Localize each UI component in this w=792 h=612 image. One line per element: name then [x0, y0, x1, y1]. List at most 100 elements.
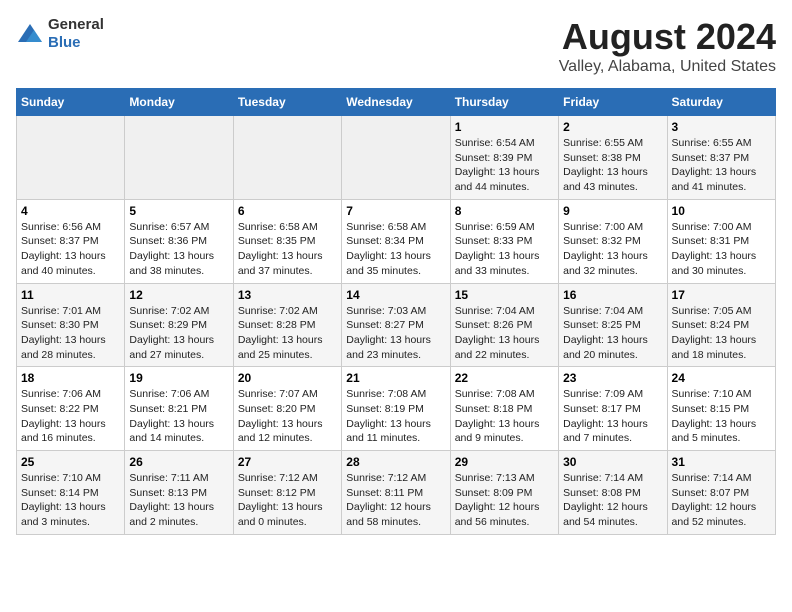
day-number: 17 — [672, 288, 771, 302]
day-number: 10 — [672, 204, 771, 218]
day-info: Sunrise: 7:08 AM Sunset: 8:18 PM Dayligh… — [455, 387, 554, 446]
day-number: 15 — [455, 288, 554, 302]
day-info: Sunrise: 7:01 AM Sunset: 8:30 PM Dayligh… — [21, 304, 120, 363]
day-number: 19 — [129, 371, 228, 385]
day-number: 28 — [346, 455, 445, 469]
header-day-tuesday: Tuesday — [233, 89, 341, 116]
day-number: 12 — [129, 288, 228, 302]
calendar-cell: 31 Sunrise: 7:14 AM Sunset: 8:07 PM Dayli… — [667, 451, 775, 535]
calendar-cell: 16Sunrise: 7:04 AM Sunset: 8:25 PM Dayli… — [559, 283, 667, 367]
day-info: Sunrise: 7:05 AM Sunset: 8:24 PM Dayligh… — [672, 304, 771, 363]
header-day-thursday: Thursday — [450, 89, 558, 116]
calendar-cell: 19Sunrise: 7:06 AM Sunset: 8:21 PM Dayli… — [125, 367, 233, 451]
day-info: Sunrise: 7:13 AM Sunset: 8:09 PM Dayligh… — [455, 471, 554, 530]
calendar-cell — [233, 116, 341, 200]
day-number: 30 — [563, 455, 662, 469]
week-row-1: 4 Sunrise: 6:56 AM Sunset: 8:37 PM Daylig… — [17, 199, 776, 283]
main-title: August 2024 — [559, 16, 776, 58]
calendar-table: SundayMondayTuesdayWednesdayThursdayFrid… — [16, 88, 776, 535]
week-row-2: 11 Sunrise: 7:01 AM Sunset: 8:30 PM Dayli… — [17, 283, 776, 367]
day-info: Sunrise: 7:06 AM Sunset: 8:22 PM Dayligh… — [21, 387, 120, 446]
calendar-cell: 21 Sunrise: 7:08 AM Sunset: 8:19 PM Dayli… — [342, 367, 450, 451]
day-info: Sunrise: 6:59 AM Sunset: 8:33 PM Dayligh… — [455, 220, 554, 279]
day-number: 25 — [21, 455, 120, 469]
day-number: 20 — [238, 371, 337, 385]
day-number: 31 — [672, 455, 771, 469]
day-info: Sunrise: 6:54 AM Sunset: 8:39 PM Dayligh… — [455, 136, 554, 195]
calendar-header: SundayMondayTuesdayWednesdayThursdayFrid… — [17, 89, 776, 116]
day-number: 14 — [346, 288, 445, 302]
day-info: Sunrise: 7:04 AM Sunset: 8:25 PM Dayligh… — [563, 304, 662, 363]
calendar-cell: 28 Sunrise: 7:12 AM Sunset: 8:11 PM Dayli… — [342, 451, 450, 535]
day-number: 3 — [672, 120, 771, 134]
logo-icon — [16, 20, 44, 48]
logo: General Blue — [16, 16, 104, 52]
day-info: Sunrise: 7:14 AM Sunset: 8:07 PM Dayligh… — [672, 471, 771, 530]
day-number: 22 — [455, 371, 554, 385]
header-day-monday: Monday — [125, 89, 233, 116]
calendar-cell — [17, 116, 125, 200]
calendar-cell: 6 Sunrise: 6:58 AM Sunset: 8:35 PM Daylig… — [233, 199, 341, 283]
calendar-cell: 8 Sunrise: 6:59 AM Sunset: 8:33 PM Daylig… — [450, 199, 558, 283]
day-info: Sunrise: 6:55 AM Sunset: 8:38 PM Dayligh… — [563, 136, 662, 195]
calendar-cell: 5 Sunrise: 6:57 AM Sunset: 8:36 PM Daylig… — [125, 199, 233, 283]
calendar-cell — [342, 116, 450, 200]
day-number: 8 — [455, 204, 554, 218]
day-info: Sunrise: 7:07 AM Sunset: 8:20 PM Dayligh… — [238, 387, 337, 446]
calendar-cell: 27 Sunrise: 7:12 AM Sunset: 8:12 PM Dayli… — [233, 451, 341, 535]
day-info: Sunrise: 7:02 AM Sunset: 8:28 PM Dayligh… — [238, 304, 337, 363]
day-info: Sunrise: 7:14 AM Sunset: 8:08 PM Dayligh… — [563, 471, 662, 530]
day-number: 24 — [672, 371, 771, 385]
calendar-cell: 22 Sunrise: 7:08 AM Sunset: 8:18 PM Dayli… — [450, 367, 558, 451]
day-info: Sunrise: 6:57 AM Sunset: 8:36 PM Dayligh… — [129, 220, 228, 279]
day-number: 7 — [346, 204, 445, 218]
day-info: Sunrise: 6:58 AM Sunset: 8:35 PM Dayligh… — [238, 220, 337, 279]
header: General Blue August 2024 Valley, Alabama… — [16, 16, 776, 76]
day-number: 5 — [129, 204, 228, 218]
day-info: Sunrise: 7:10 AM Sunset: 8:14 PM Dayligh… — [21, 471, 120, 530]
day-number: 26 — [129, 455, 228, 469]
day-info: Sunrise: 7:00 AM Sunset: 8:32 PM Dayligh… — [563, 220, 662, 279]
day-info: Sunrise: 7:00 AM Sunset: 8:31 PM Dayligh… — [672, 220, 771, 279]
calendar-cell: 13Sunrise: 7:02 AM Sunset: 8:28 PM Dayli… — [233, 283, 341, 367]
calendar-cell: 7Sunrise: 6:58 AM Sunset: 8:34 PM Daylig… — [342, 199, 450, 283]
day-number: 2 — [563, 120, 662, 134]
calendar-cell: 26Sunrise: 7:11 AM Sunset: 8:13 PM Dayli… — [125, 451, 233, 535]
day-info: Sunrise: 6:56 AM Sunset: 8:37 PM Dayligh… — [21, 220, 120, 279]
week-row-4: 25 Sunrise: 7:10 AM Sunset: 8:14 PM Dayli… — [17, 451, 776, 535]
header-day-saturday: Saturday — [667, 89, 775, 116]
calendar-cell: 11 Sunrise: 7:01 AM Sunset: 8:30 PM Dayli… — [17, 283, 125, 367]
day-info: Sunrise: 7:12 AM Sunset: 8:11 PM Dayligh… — [346, 471, 445, 530]
day-number: 4 — [21, 204, 120, 218]
day-info: Sunrise: 7:10 AM Sunset: 8:15 PM Dayligh… — [672, 387, 771, 446]
calendar-cell: 2 Sunrise: 6:55 AM Sunset: 8:38 PM Daylig… — [559, 116, 667, 200]
day-number: 21 — [346, 371, 445, 385]
header-day-friday: Friday — [559, 89, 667, 116]
title-area: August 2024 Valley, Alabama, United Stat… — [559, 16, 776, 76]
day-info: Sunrise: 7:08 AM Sunset: 8:19 PM Dayligh… — [346, 387, 445, 446]
calendar-cell: 17 Sunrise: 7:05 AM Sunset: 8:24 PM Dayli… — [667, 283, 775, 367]
logo-text: General Blue — [48, 16, 104, 52]
day-number: 29 — [455, 455, 554, 469]
day-number: 18 — [21, 371, 120, 385]
day-number: 11 — [21, 288, 120, 302]
calendar-cell: 30 Sunrise: 7:14 AM Sunset: 8:08 PM Dayli… — [559, 451, 667, 535]
calendar-cell: 18 Sunrise: 7:06 AM Sunset: 8:22 PM Dayli… — [17, 367, 125, 451]
day-info: Sunrise: 7:03 AM Sunset: 8:27 PM Dayligh… — [346, 304, 445, 363]
calendar-body: 1 Sunrise: 6:54 AM Sunset: 8:39 PM Daylig… — [17, 116, 776, 535]
day-number: 27 — [238, 455, 337, 469]
calendar-cell: 24 Sunrise: 7:10 AM Sunset: 8:15 PM Dayli… — [667, 367, 775, 451]
day-info: Sunrise: 7:12 AM Sunset: 8:12 PM Dayligh… — [238, 471, 337, 530]
day-info: Sunrise: 6:55 AM Sunset: 8:37 PM Dayligh… — [672, 136, 771, 195]
calendar-cell: 25 Sunrise: 7:10 AM Sunset: 8:14 PM Dayli… — [17, 451, 125, 535]
header-row: SundayMondayTuesdayWednesdayThursdayFrid… — [17, 89, 776, 116]
calendar-cell: 9Sunrise: 7:00 AM Sunset: 8:32 PM Daylig… — [559, 199, 667, 283]
week-row-0: 1 Sunrise: 6:54 AM Sunset: 8:39 PM Daylig… — [17, 116, 776, 200]
calendar-cell: 1 Sunrise: 6:54 AM Sunset: 8:39 PM Daylig… — [450, 116, 558, 200]
calendar-cell: 10 Sunrise: 7:00 AM Sunset: 8:31 PM Dayli… — [667, 199, 775, 283]
day-number: 6 — [238, 204, 337, 218]
day-number: 1 — [455, 120, 554, 134]
calendar-cell: 14 Sunrise: 7:03 AM Sunset: 8:27 PM Dayli… — [342, 283, 450, 367]
day-info: Sunrise: 7:02 AM Sunset: 8:29 PM Dayligh… — [129, 304, 228, 363]
week-row-3: 18 Sunrise: 7:06 AM Sunset: 8:22 PM Dayli… — [17, 367, 776, 451]
